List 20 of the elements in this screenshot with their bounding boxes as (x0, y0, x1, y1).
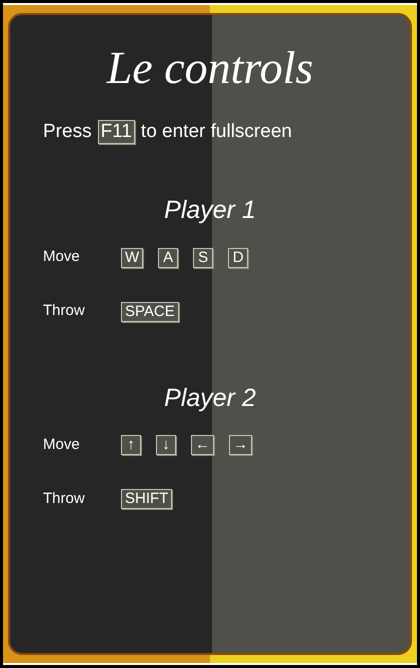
key-label: S (193, 248, 214, 268)
key-label: ← (191, 435, 214, 456)
key-label: D (228, 248, 248, 268)
key-label: F11 (98, 120, 135, 144)
player-heading: Player 2 (163, 382, 257, 414)
action-label: Throw (43, 488, 86, 509)
action-label: Move (43, 434, 81, 455)
player-heading: Player 1 (163, 195, 257, 226)
key-label: ↑ (121, 435, 141, 456)
title: Le controls (105, 41, 314, 94)
key-label: A (158, 248, 178, 268)
key-label: → (229, 435, 252, 456)
key-label: SHIFT (121, 489, 172, 510)
key-label: W (121, 248, 144, 268)
hint-text: Press (43, 120, 92, 144)
key-label: SPACE (121, 302, 179, 322)
key-label: ↓ (156, 435, 176, 456)
action-label: Throw (43, 301, 86, 322)
hint-text: to enter fullscreen (140, 120, 292, 144)
action-label: Move (43, 247, 81, 268)
